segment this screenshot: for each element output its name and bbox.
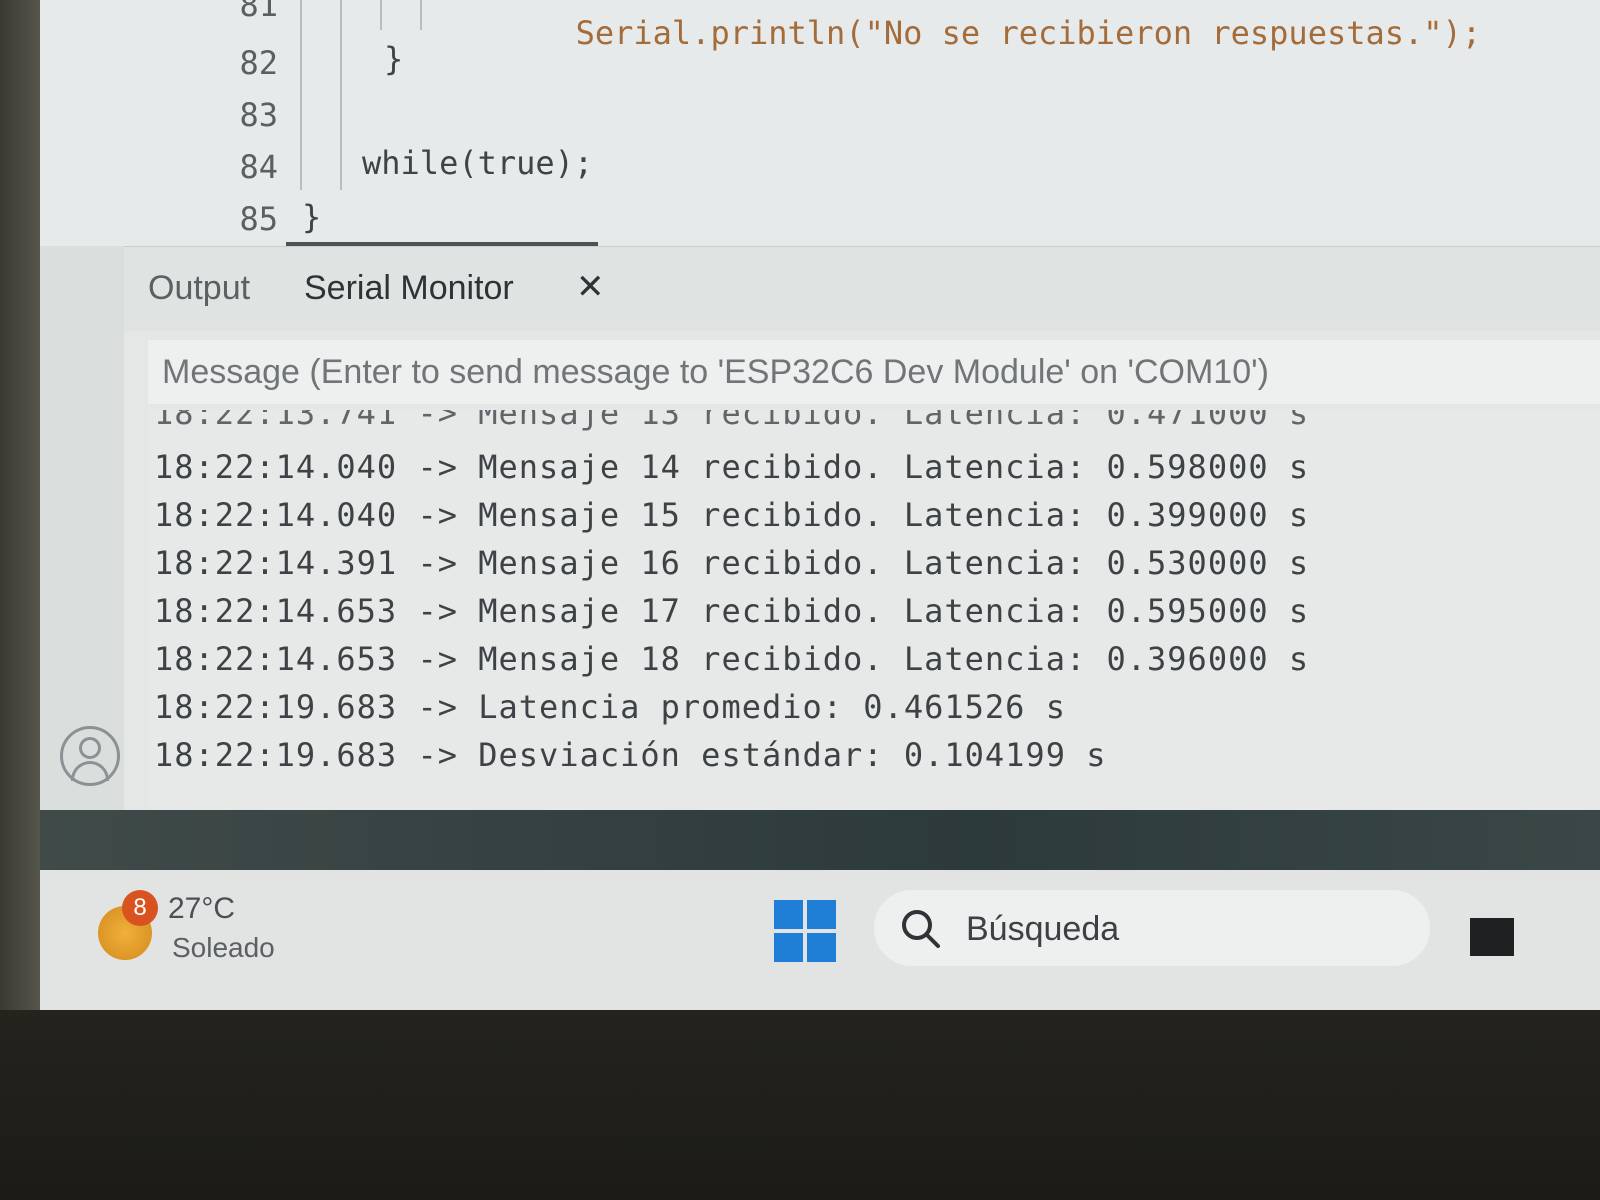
- console-line: 18:22:19.683 -> Latencia promedio: 0.461…: [154, 688, 1066, 726]
- code-string: Serial.println("No se recibieron respues…: [575, 14, 1482, 52]
- panel-tab-bar: Output Serial Monitor ✕: [124, 246, 1600, 331]
- search-label: Búsqueda: [966, 910, 1120, 948]
- console-line: 18:22:14.040 -> Mensaje 14 recibido. Lat…: [154, 448, 1310, 486]
- monitor-bezel-bottom: [0, 1010, 1600, 1200]
- code-line: while(true);: [362, 144, 594, 182]
- line-number: 83: [239, 96, 278, 134]
- console-line: 18:22:14.653 -> Mensaje 18 recibido. Lat…: [154, 640, 1310, 678]
- console-line: 18:22:13.741 -> Mensaje 13 recibido. Lat…: [154, 410, 1310, 432]
- line-number: 85: [239, 200, 278, 238]
- search-icon: [902, 910, 940, 948]
- console-line: 18:22:19.683 -> Desviación estándar: 0.1…: [154, 736, 1107, 774]
- activity-bar: [40, 246, 124, 810]
- taskbar-search-box[interactable]: Búsqueda: [874, 890, 1430, 966]
- line-number: 84: [239, 148, 278, 186]
- weather-temperature[interactable]: 27°C: [168, 892, 235, 926]
- indent-guide: [300, 0, 302, 190]
- windows-logo-icon[interactable]: [774, 900, 836, 962]
- console-line: 18:22:14.391 -> Mensaje 16 recibido. Lat…: [154, 544, 1310, 582]
- line-number: 82: [239, 44, 278, 82]
- code-line: }: [384, 40, 404, 78]
- taskbar-app-icon[interactable]: [1470, 918, 1514, 956]
- indent-guide: [340, 0, 342, 190]
- code-line: Serial.println("No se recibieron respues…: [460, 0, 1481, 90]
- close-icon[interactable]: ✕: [576, 267, 605, 307]
- weather-badge: 8: [122, 890, 158, 926]
- weather-condition[interactable]: Soleado: [172, 932, 275, 964]
- monitor-bezel-left: [0, 0, 40, 1010]
- screen: 81 82 83 84 85 Serial.println("No se rec…: [40, 0, 1600, 1010]
- serial-message-input[interactable]: [148, 340, 1600, 404]
- window-status-strip: [40, 810, 1600, 870]
- tab-output[interactable]: Output: [148, 269, 250, 308]
- console-line: 18:22:14.653 -> Mensaje 17 recibido. Lat…: [154, 592, 1310, 630]
- code-line: }: [302, 198, 322, 236]
- indent-guide: [380, 0, 382, 30]
- code-editor[interactable]: 81 82 83 84 85 Serial.println("No se rec…: [40, 0, 1600, 246]
- indent-guide: [420, 0, 422, 30]
- tab-serial-monitor[interactable]: Serial Monitor: [304, 269, 514, 308]
- console-line: 18:22:14.040 -> Mensaje 15 recibido. Lat…: [154, 496, 1310, 534]
- account-icon[interactable]: [60, 726, 120, 786]
- taskbar: 8 27°C Soleado Búsqueda: [40, 870, 1600, 1010]
- serial-monitor-output[interactable]: 18:22:13.741 -> Mensaje 13 recibido. Lat…: [148, 410, 1600, 810]
- line-number: 81: [239, 0, 278, 24]
